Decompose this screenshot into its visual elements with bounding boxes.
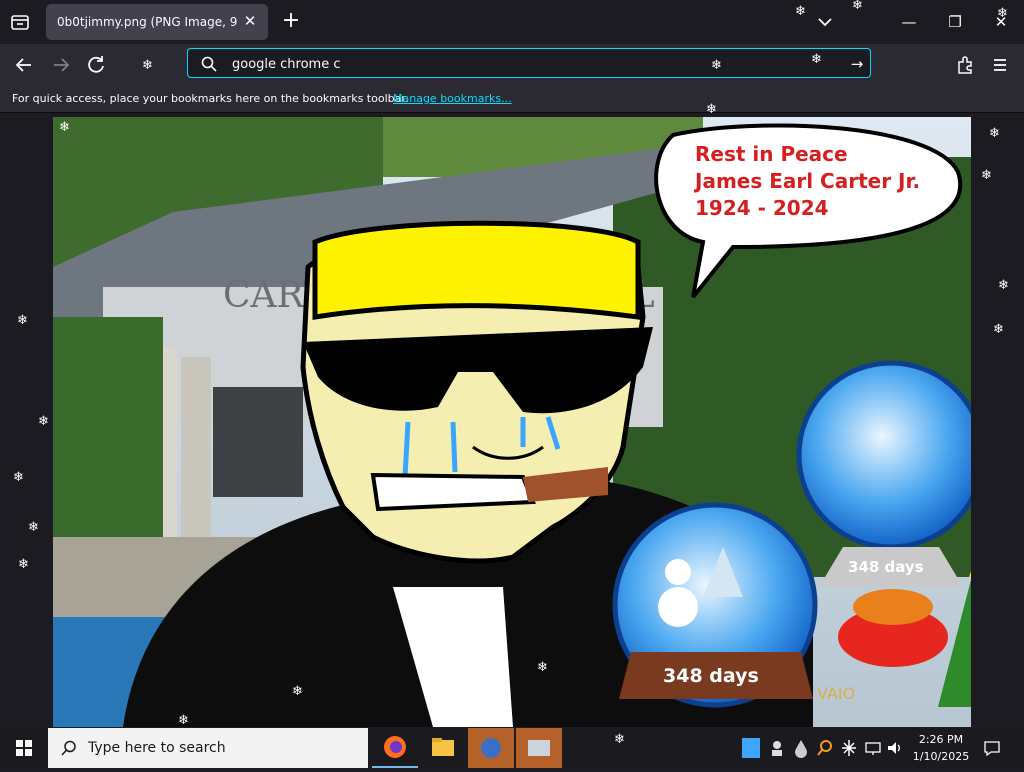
left-tree: [53, 317, 163, 537]
bookmarks-toolbar: For quick access, place your bookmarks h…: [0, 86, 1024, 113]
taskbar-file-explorer[interactable]: [420, 728, 466, 768]
volume-icon[interactable]: [886, 738, 904, 758]
firefox-icon: [384, 736, 406, 758]
url-input[interactable]: [232, 55, 792, 73]
clock-time: 2:26 PM: [918, 733, 964, 746]
taskbar-search-box[interactable]: Type here to search: [48, 728, 368, 768]
go-arrow-icon[interactable]: →: [848, 55, 866, 73]
vaio-watermark: VAIO: [817, 684, 855, 703]
folder-icon: [432, 738, 454, 756]
new-tab-button[interactable]: +: [279, 10, 303, 34]
tray-search-icon[interactable]: [816, 738, 834, 758]
doorway: [213, 387, 303, 497]
firefox-view-icon[interactable]: [8, 10, 32, 34]
manage-bookmarks-link[interactable]: Manage bookmarks...: [393, 86, 512, 112]
search-icon: [201, 56, 217, 72]
taskbar-app-3[interactable]: [468, 728, 514, 768]
page-content: CARTER CENTENNIAL Rest in Peace James Ea…: [0, 113, 1024, 727]
notifications-icon[interactable]: [982, 738, 1002, 758]
window-app-icon: [528, 740, 550, 756]
back-icon[interactable]: [11, 52, 37, 78]
clock-date: 1/10/2025: [912, 750, 970, 763]
minimize-button[interactable]: —: [894, 8, 924, 36]
tray-droplet-icon[interactable]: [792, 738, 810, 758]
globe-large-label: 348 days: [848, 558, 924, 576]
speech-line-2: James Earl Carter Jr.: [693, 169, 920, 193]
taskbar-clock[interactable]: 2:26 PM 1/10/2025: [908, 731, 974, 765]
tray-user-icon[interactable]: [768, 738, 786, 758]
tray-snowflake-icon[interactable]: [840, 738, 858, 758]
windows-taskbar: Type here to search 2:26 PM 1/10/2025: [0, 728, 1024, 768]
reload-icon[interactable]: [83, 52, 109, 78]
tab-strip: 0b0tjimmy.png (PNG Image, 918 × ✕ + — ❐ …: [0, 0, 1024, 44]
taskbar-firefox[interactable]: [372, 728, 418, 768]
snowman-head: [665, 559, 691, 585]
tray-app-icon[interactable]: [742, 738, 760, 758]
menu-icon[interactable]: [987, 52, 1013, 78]
extensions-icon[interactable]: [952, 52, 978, 78]
app-icon: [481, 738, 501, 758]
displayed-image: CARTER CENTENNIAL Rest in Peace James Ea…: [53, 117, 971, 727]
yellow-hair: [312, 220, 641, 320]
windows-start-icon[interactable]: [0, 728, 48, 768]
tear-left: [402, 421, 411, 478]
tab-active[interactable]: 0b0tjimmy.png (PNG Image, 918 × ✕: [46, 4, 268, 40]
bookmarks-hint-text: For quick access, place your bookmarks h…: [12, 92, 409, 105]
network-icon[interactable]: [864, 738, 882, 758]
forward-icon[interactable]: [48, 52, 74, 78]
tab-title: 0b0tjimmy.png (PNG Image, 918 ×: [57, 15, 237, 29]
chevron-down-icon[interactable]: [815, 12, 835, 32]
close-window-button[interactable]: ✕: [986, 8, 1016, 36]
globe-small-label: 348 days: [663, 665, 759, 687]
speech-line-3: 1924 - 2024: [695, 196, 829, 220]
snowman-body: [658, 587, 698, 627]
taskbar-search-placeholder: Type here to search: [88, 740, 226, 756]
tab-close-button[interactable]: ✕: [241, 12, 259, 30]
address-bar[interactable]: →: [187, 48, 871, 78]
search-icon: [61, 740, 76, 756]
teeth: [370, 472, 536, 512]
navigation-toolbar: →: [0, 44, 1024, 86]
taskbar-app-4[interactable]: [516, 728, 562, 768]
snow-globe-large: [796, 360, 971, 550]
maximize-button[interactable]: ❐: [940, 8, 970, 36]
speech-line-1: Rest in Peace: [695, 142, 848, 166]
